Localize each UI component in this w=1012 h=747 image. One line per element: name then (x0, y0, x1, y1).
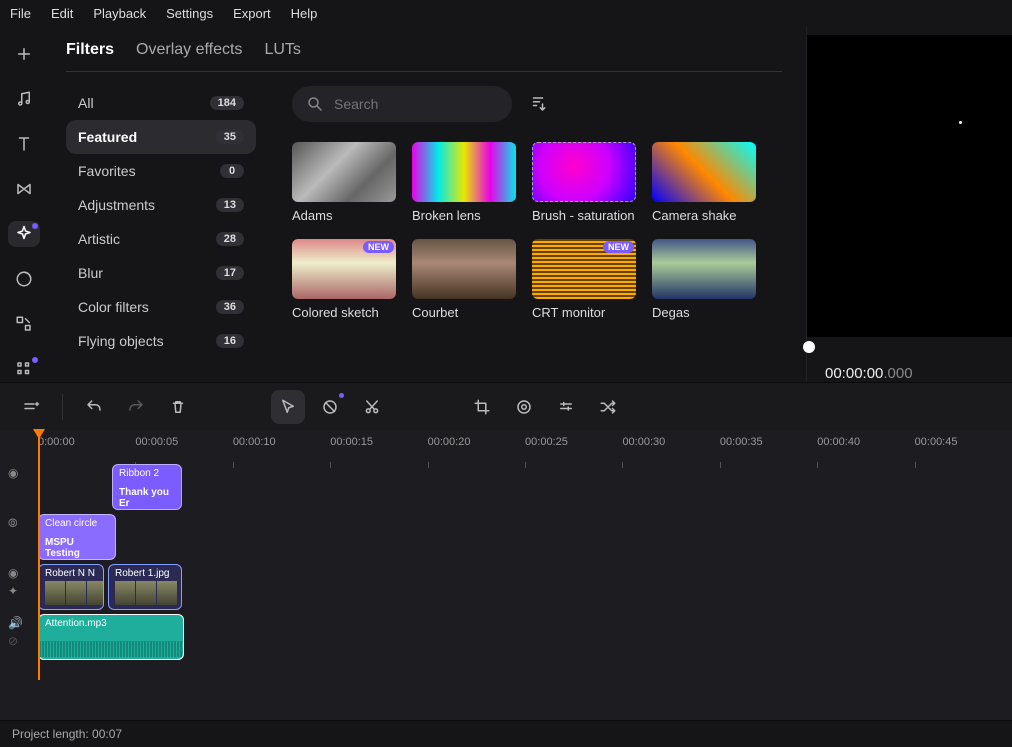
search-icon (306, 95, 324, 113)
fx-icon[interactable]: ✦ (8, 584, 18, 598)
select-tool[interactable] (271, 390, 305, 424)
category-featured[interactable]: Featured35 (66, 120, 256, 154)
stickers-tool[interactable] (8, 265, 40, 292)
category-all[interactable]: All184 (66, 86, 256, 120)
preview-video[interactable] (807, 35, 1012, 337)
menu-settings[interactable]: Settings (166, 6, 213, 21)
preview-slider[interactable] (807, 339, 1012, 353)
menu-playback[interactable]: Playback (93, 6, 146, 21)
timeline-ruler[interactable]: 0:00:00 00:00:05 00:00:10 00:00:15 00:00… (0, 430, 1012, 464)
track-title-2[interactable]: ⦾ Clean circle MSPU Testing (38, 514, 1012, 560)
filter-colored-sketch[interactable]: NEWColored sketch (292, 239, 396, 320)
track-title-1[interactable]: ◉ Ribbon 2 Thank you Er (38, 464, 1012, 510)
ripple-tool[interactable] (313, 390, 347, 424)
eye-icon[interactable]: ◉ (8, 466, 18, 480)
clip-ribbon[interactable]: Ribbon 2 Thank you Er (112, 464, 182, 510)
color-adjust-button[interactable] (507, 390, 541, 424)
more-tool[interactable] (8, 355, 40, 382)
category-blur[interactable]: Blur17 (66, 256, 256, 290)
preview-panel: 00:00:00.000 (807, 27, 1012, 382)
transition-tool[interactable] (8, 176, 40, 203)
filters-panel: Filters Overlay effects LUTs All184 Feat… (48, 27, 807, 382)
link-icon[interactable]: ⦾ (8, 516, 18, 531)
track-audio[interactable]: 🔊⊘ Attention.mp3 (38, 614, 1012, 660)
crop-button[interactable] (465, 390, 499, 424)
tab-filters[interactable]: Filters (66, 41, 114, 59)
track-video[interactable]: ◉✦ Robert N N Robert 1.jpg (38, 564, 1012, 610)
search-input[interactable] (334, 96, 484, 112)
category-adjustments[interactable]: Adjustments13 (66, 188, 256, 222)
elements-tool[interactable] (8, 310, 40, 337)
sort-button[interactable] (524, 90, 552, 118)
tab-overlay-effects[interactable]: Overlay effects (136, 41, 242, 59)
category-flying-objects[interactable]: Flying objects16 (66, 324, 256, 358)
filter-adams[interactable]: Adams (292, 142, 396, 223)
delete-button[interactable] (161, 390, 195, 424)
search-box[interactable] (292, 86, 512, 122)
menu-export[interactable]: Export (233, 6, 271, 21)
category-color-filters[interactable]: Color filters36 (66, 290, 256, 324)
project-length-label: Project length: 00:07 (12, 727, 122, 741)
menu-file[interactable]: File (10, 6, 31, 21)
category-favorites[interactable]: Favorites0 (66, 154, 256, 188)
panel-tabs: Filters Overlay effects LUTs (66, 41, 782, 59)
effects-tool[interactable] (8, 221, 40, 248)
filter-courbet[interactable]: Courbet (412, 239, 516, 320)
filter-degas[interactable]: Degas (652, 239, 756, 320)
filter-crt-monitor[interactable]: NEWCRT monitor (532, 239, 636, 320)
redo-button[interactable] (119, 390, 153, 424)
mute-icon[interactable]: ⊘ (8, 634, 23, 648)
add-media-button[interactable] (8, 41, 40, 68)
status-bar: Project length: 00:07 (0, 720, 1012, 747)
speaker-icon[interactable]: 🔊 (8, 616, 23, 630)
clip-clean-circle[interactable]: Clean circle MSPU Testing (38, 514, 116, 560)
menu-bar: File Edit Playback Settings Export Help (0, 0, 1012, 27)
filter-broken-lens[interactable]: Broken lens (412, 142, 516, 223)
undo-button[interactable] (77, 390, 111, 424)
category-list: All184 Featured35 Favorites0 Adjustments… (66, 86, 256, 358)
tool-sidebar (0, 27, 48, 382)
clip-robert-1[interactable]: Robert 1.jpg (108, 564, 182, 610)
timeline-toolbar (0, 382, 1012, 430)
category-artistic[interactable]: Artistic28 (66, 222, 256, 256)
tab-luts[interactable]: LUTs (264, 41, 300, 59)
filter-camera-shake[interactable]: Camera shake (652, 142, 756, 223)
eye-icon[interactable]: ◉ (8, 566, 18, 580)
clip-properties-button[interactable] (549, 390, 583, 424)
cut-tool[interactable] (355, 390, 389, 424)
clip-robert-nn[interactable]: Robert N N (38, 564, 104, 610)
clip-attention-audio[interactable]: Attention.mp3 (38, 614, 184, 660)
random-button[interactable] (591, 390, 625, 424)
playhead[interactable] (38, 430, 40, 680)
filter-grid: Adams Broken lens Brush - saturation Cam… (292, 142, 782, 320)
track-options-button[interactable] (14, 390, 48, 424)
timeline[interactable]: 0:00:00 00:00:05 00:00:10 00:00:15 00:00… (0, 430, 1012, 720)
text-tool[interactable] (8, 131, 40, 158)
menu-edit[interactable]: Edit (51, 6, 73, 21)
preview-timecode: 00:00:00.000 (807, 353, 1012, 382)
menu-help[interactable]: Help (291, 6, 318, 21)
filter-brush-saturation[interactable]: Brush - saturation (532, 142, 636, 223)
audio-tool[interactable] (8, 86, 40, 113)
